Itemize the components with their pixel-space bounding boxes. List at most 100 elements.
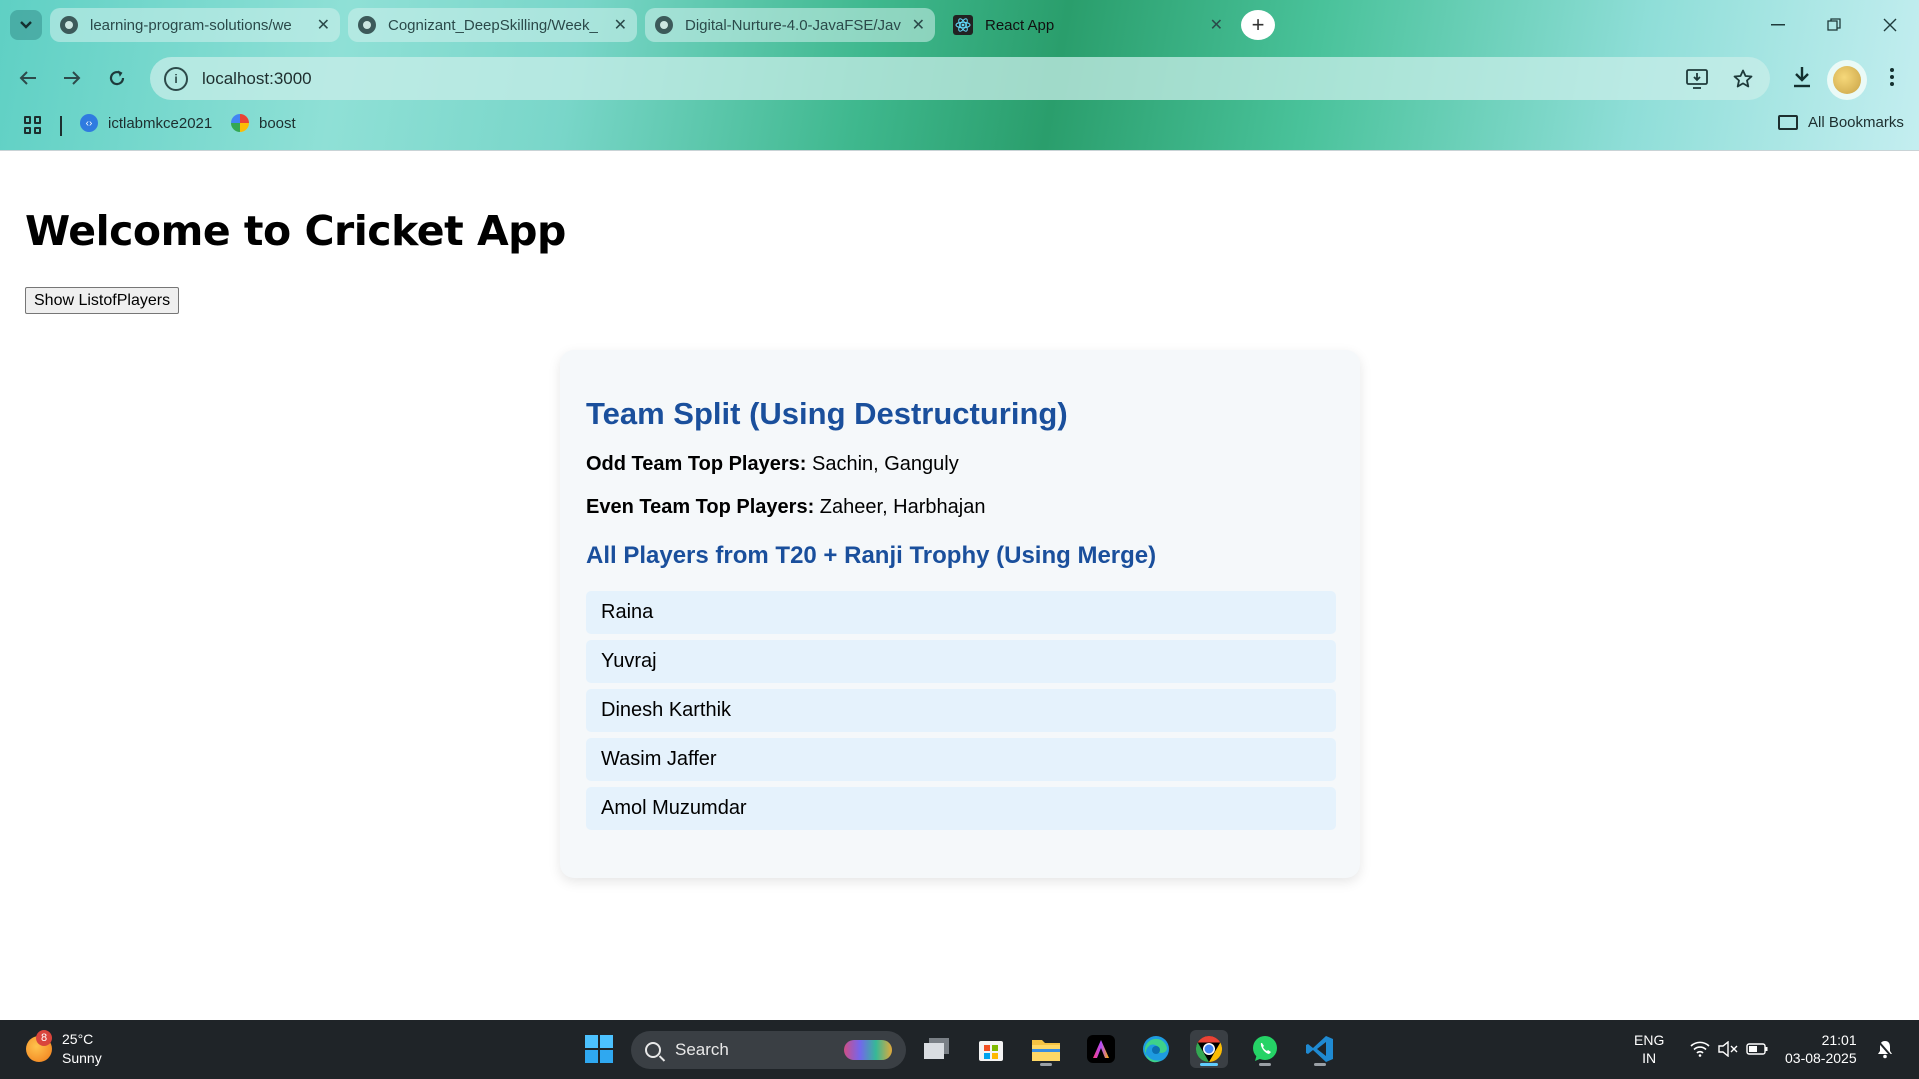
url-text[interactable]: localhost:3000: [202, 69, 312, 89]
download-icon: [1794, 67, 1810, 88]
tab-search-button[interactable]: [10, 10, 42, 40]
browser-menu-button[interactable]: [1882, 60, 1902, 94]
weather-widget[interactable]: 8 25°C Sunny: [26, 1030, 102, 1068]
close-icon[interactable]: ✕: [912, 15, 925, 35]
reload-icon: [109, 70, 125, 86]
code-icon: ‹›: [80, 114, 98, 132]
file-explorer-button[interactable]: [1027, 1030, 1065, 1068]
tab-title: React App: [985, 16, 1055, 34]
close-icon[interactable]: ✕: [317, 15, 330, 35]
region-code: IN: [1642, 1050, 1657, 1066]
vscode-button[interactable]: [1301, 1030, 1339, 1068]
even-team-line: Even Team Top Players: Zaheer, Harbhajan: [586, 496, 985, 519]
taskbar-search[interactable]: Search: [631, 1031, 906, 1069]
reload-button[interactable]: [103, 64, 131, 92]
weather-condition: Sunny: [62, 1050, 102, 1066]
tab-learning-program-solutions[interactable]: learning-program-solutions/we ✕: [50, 8, 340, 42]
forward-button[interactable]: [58, 64, 86, 92]
edge-icon: [1143, 1036, 1169, 1063]
notification-badge: 8: [36, 1030, 52, 1046]
whatsapp-button[interactable]: [1246, 1030, 1284, 1068]
close-icon: [1883, 18, 1897, 32]
restore-button[interactable]: [1806, 0, 1862, 50]
whatsapp-icon: [1253, 1036, 1277, 1061]
language-indicator[interactable]: ENG IN: [1634, 1031, 1664, 1067]
github-icon: [655, 16, 673, 34]
bookmark-boost[interactable]: boost: [231, 114, 296, 132]
site-info-icon[interactable]: i: [164, 66, 188, 91]
running-indicator: [1314, 1063, 1326, 1066]
list-item: Dinesh Karthik: [586, 689, 1336, 732]
folder-icon: [1032, 1040, 1060, 1061]
windows-taskbar: 8 25°C Sunny Search ENG IN 21:01 03-08-2…: [0, 1020, 1919, 1079]
page-viewport: Welcome to Cricket App Show ListofPlayer…: [0, 152, 1919, 1020]
list-item: Yuvraj: [586, 640, 1336, 683]
new-tab-button[interactable]: +: [1241, 10, 1275, 40]
close-icon[interactable]: ✕: [1210, 15, 1223, 35]
show-list-of-players-button[interactable]: Show ListofPlayers: [25, 287, 180, 314]
tab-digital-nurture[interactable]: Digital-Nurture-4.0-JavaFSE/Jav ✕: [645, 8, 935, 42]
profile-button[interactable]: [1827, 60, 1867, 100]
google-icon: [231, 114, 249, 132]
clock-date: 03-08-2025: [1785, 1050, 1857, 1066]
notifications-button[interactable]: [1870, 1030, 1900, 1068]
close-window-button[interactable]: [1862, 0, 1918, 50]
windows-logo-icon: [585, 1035, 613, 1063]
bookmark-star-icon[interactable]: [1730, 66, 1756, 92]
bell-icon: [1877, 1040, 1893, 1059]
all-bookmarks-label: All Bookmarks: [1808, 114, 1904, 131]
tab-cognizant-deepskilling[interactable]: Cognizant_DeepSkilling/Week_ ✕: [348, 8, 637, 42]
store-icon: [979, 1041, 1003, 1061]
adobe-express-button[interactable]: [1082, 1030, 1120, 1068]
all-bookmarks-button[interactable]: All Bookmarks: [1778, 114, 1904, 131]
react-icon: [953, 15, 973, 35]
apps-grid-icon: [24, 116, 42, 134]
close-icon[interactable]: ✕: [614, 15, 627, 35]
back-button[interactable]: [14, 64, 42, 92]
system-tray-quick-settings[interactable]: [1684, 1030, 1774, 1068]
clock-time: 21:01: [1821, 1032, 1857, 1048]
chrome-button[interactable]: [1190, 1030, 1228, 1068]
address-bar[interactable]: i localhost:3000: [150, 57, 1770, 100]
install-app-icon[interactable]: [1684, 66, 1710, 92]
page-title: Welcome to Cricket App: [25, 207, 566, 255]
microsoft-store-button[interactable]: [972, 1030, 1010, 1068]
merged-players-list: Raina Yuvraj Dinesh Karthik Wasim Jaffer…: [586, 591, 1336, 836]
list-item: Amol Muzumdar: [586, 787, 1336, 830]
downloads-button[interactable]: [1788, 60, 1816, 94]
odd-team-line: Odd Team Top Players: Sachin, Ganguly: [586, 453, 959, 476]
weather-temperature: 25°C: [62, 1031, 94, 1047]
arrow-left-icon: [19, 71, 36, 85]
minimize-button[interactable]: [1750, 0, 1806, 50]
team-split-heading: Team Split (Using Destructuring): [586, 396, 1068, 431]
minimize-icon: [1771, 24, 1785, 26]
bookmark-ictlabmkce2021[interactable]: ‹› ictlabmkce2021: [80, 114, 212, 132]
bookmarks-bar: ‹› ictlabmkce2021 boost All Bookmarks: [0, 108, 1919, 142]
speaker-muted-icon: [1718, 1041, 1738, 1057]
apps-button[interactable]: [24, 116, 42, 134]
clock[interactable]: 21:01 03-08-2025: [1785, 1031, 1857, 1067]
chevron-down-icon: [20, 21, 32, 29]
browser-chrome: learning-program-solutions/we ✕ Cognizan…: [0, 0, 1919, 151]
start-button[interactable]: [580, 1030, 618, 1068]
search-icon: [645, 1042, 661, 1058]
chrome-icon: [1195, 1035, 1223, 1063]
more-vertical-icon: [1890, 68, 1894, 86]
tab-title: learning-program-solutions/we: [90, 16, 292, 34]
odd-team-label: Odd Team Top Players:: [586, 453, 807, 475]
tab-strip: learning-program-solutions/we ✕ Cognizan…: [0, 0, 1919, 50]
running-indicator: [1259, 1063, 1271, 1066]
even-team-label: Even Team Top Players:: [586, 496, 815, 518]
running-indicator: [1200, 1063, 1218, 1066]
arrow-right-icon: [64, 71, 81, 85]
navigation-toolbar: i localhost:3000: [0, 52, 1919, 102]
edge-button[interactable]: [1137, 1030, 1175, 1068]
folder-icon: [1778, 115, 1798, 130]
tab-react-app[interactable]: React App ✕: [943, 8, 1233, 42]
bookmarks-divider: [60, 116, 62, 136]
bookmark-label: boost: [259, 114, 296, 132]
team-split-card: Team Split (Using Destructuring) Odd Tea…: [560, 350, 1360, 878]
wifi-icon: [1690, 1041, 1710, 1057]
task-view-button[interactable]: [918, 1030, 956, 1068]
bookmark-label: ictlabmkce2021: [108, 114, 213, 132]
